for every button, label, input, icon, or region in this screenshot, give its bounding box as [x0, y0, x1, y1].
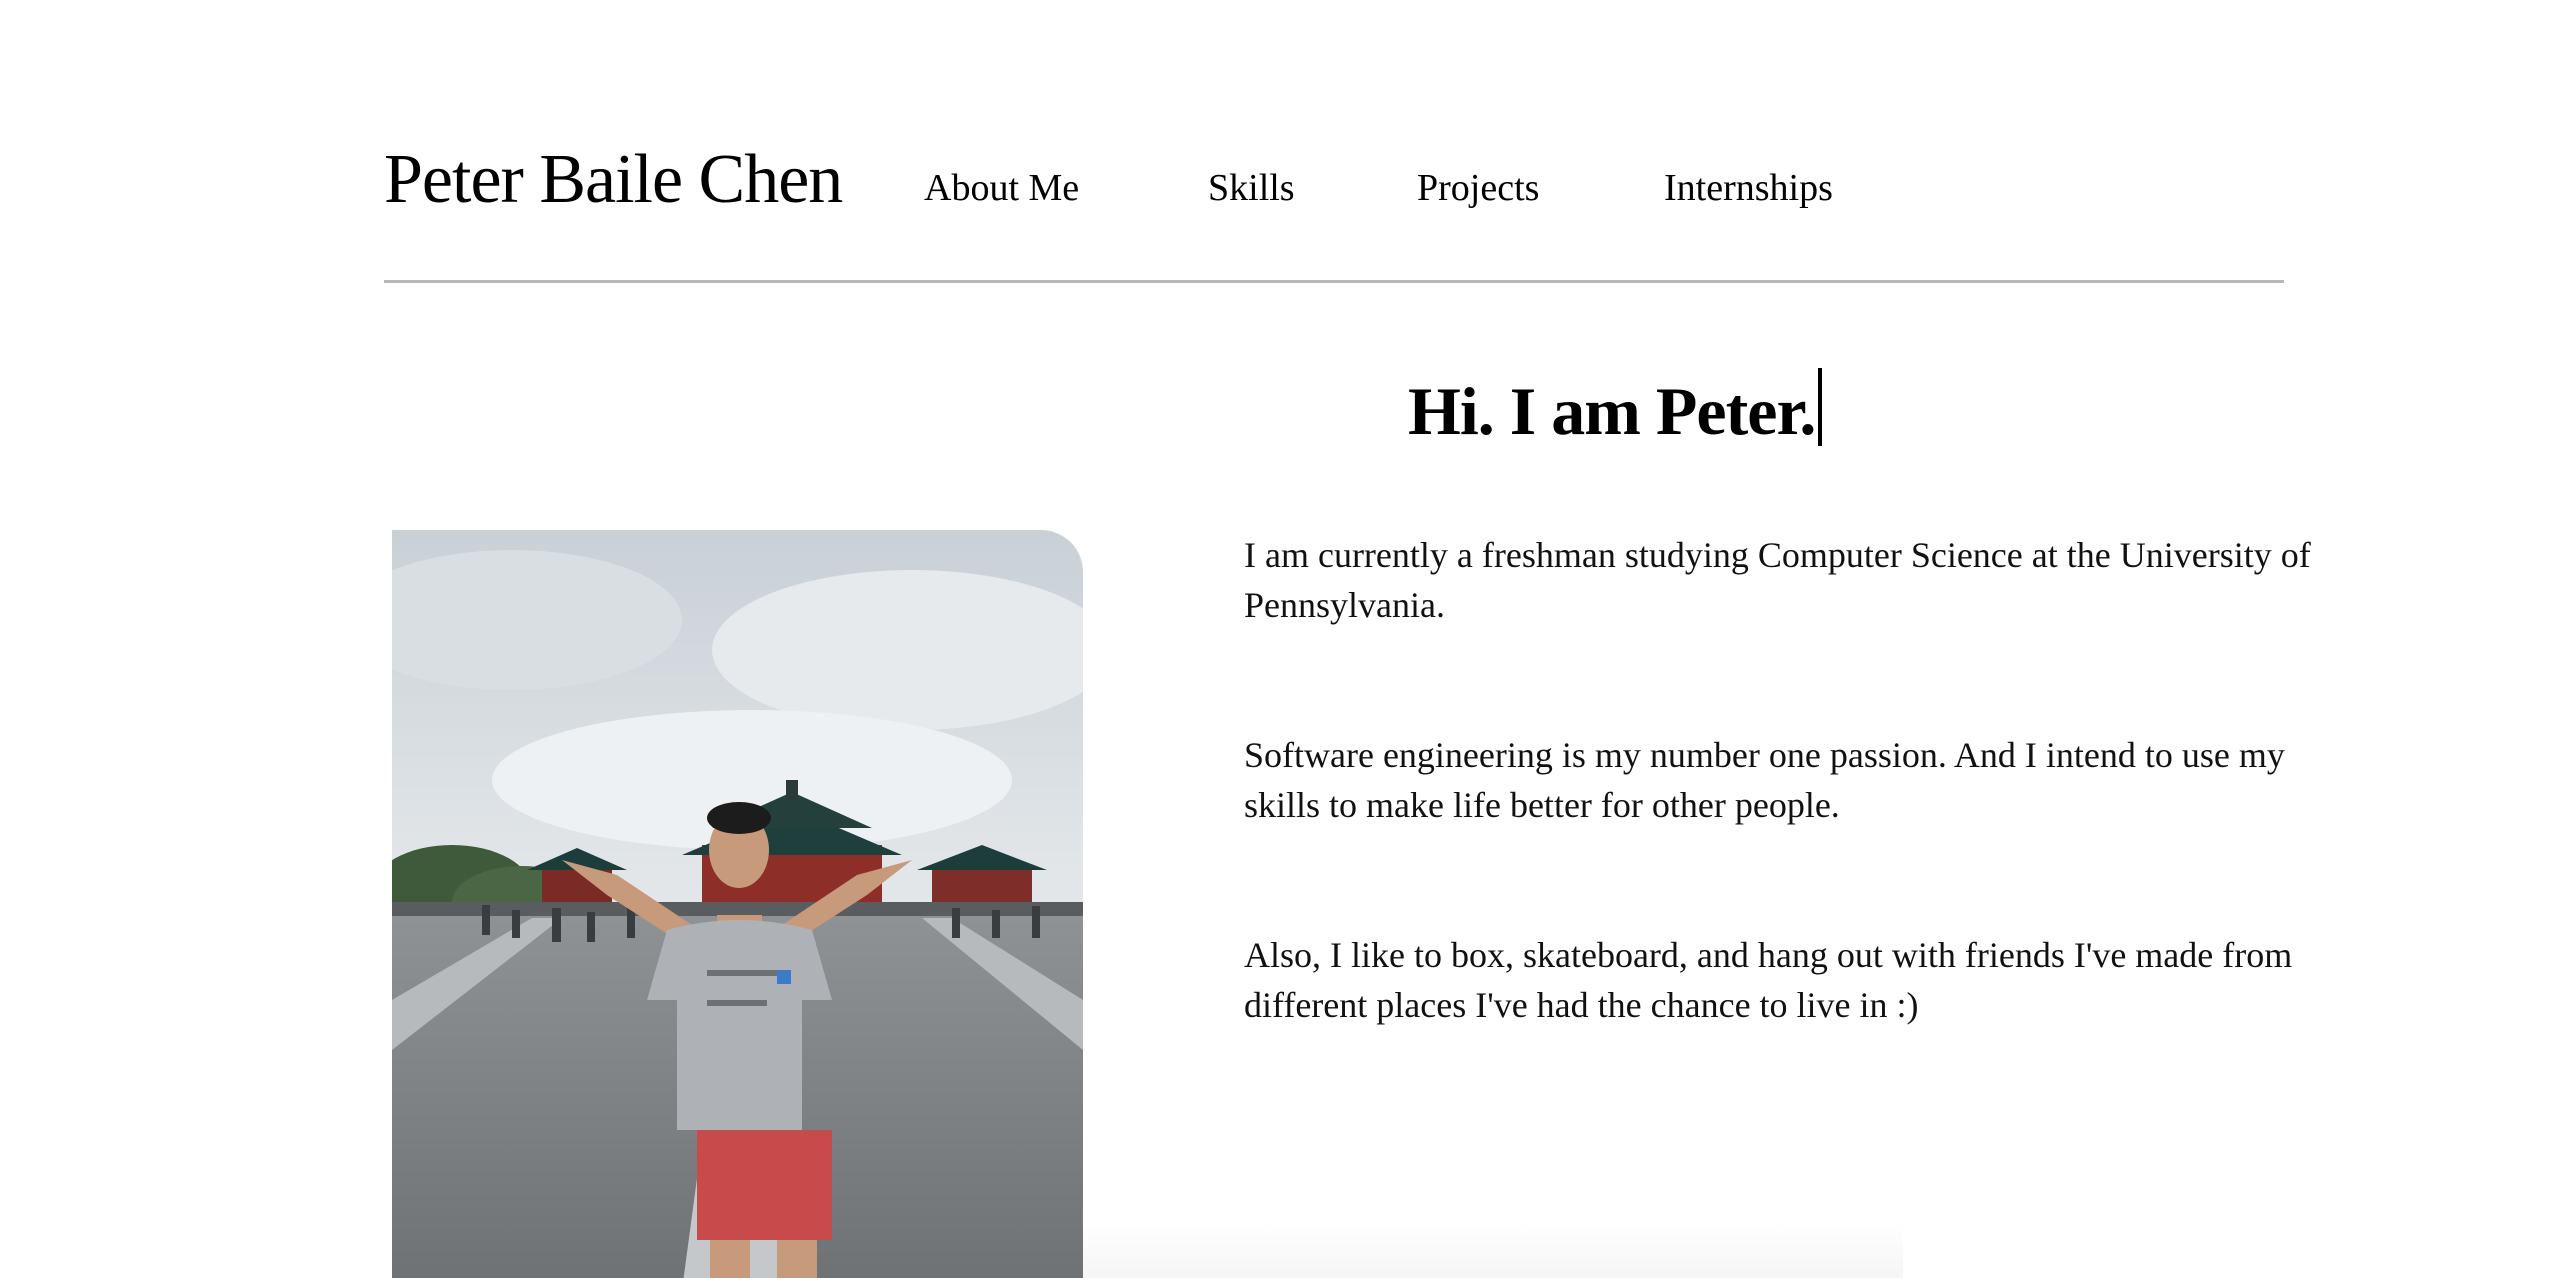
profile-photo	[392, 530, 1083, 1278]
bottom-shadow	[1083, 1220, 1903, 1278]
bio-paragraph: Also, I like to box, skateboard, and han…	[1244, 935, 2293, 1025]
hero-heading-text: Hi. I am Peter.	[1408, 373, 1816, 449]
bio-paragraph: Software engineering is my number one pa…	[1244, 735, 2285, 825]
bio-section: I am currently a freshman studying Compu…	[1244, 530, 2324, 1130]
typing-caret	[1818, 368, 1823, 446]
nav-projects[interactable]: Projects	[1417, 164, 1539, 212]
header-divider	[384, 280, 2284, 283]
site-title[interactable]: Peter Baile Chen	[384, 138, 843, 222]
bio-paragraph: I am currently a freshman studying Compu…	[1244, 535, 2311, 625]
nav-about-me[interactable]: About Me	[924, 164, 1079, 212]
site-header: Peter Baile Chen About Me Skills Project…	[384, 0, 2284, 282]
profile-photo-illustration	[392, 530, 1083, 1278]
page: Peter Baile Chen About Me Skills Project…	[0, 0, 2560, 1278]
nav-internships[interactable]: Internships	[1664, 164, 1833, 212]
hero-heading: Hi. I am Peter.	[1408, 368, 1823, 453]
nav-skills[interactable]: Skills	[1208, 164, 1295, 212]
